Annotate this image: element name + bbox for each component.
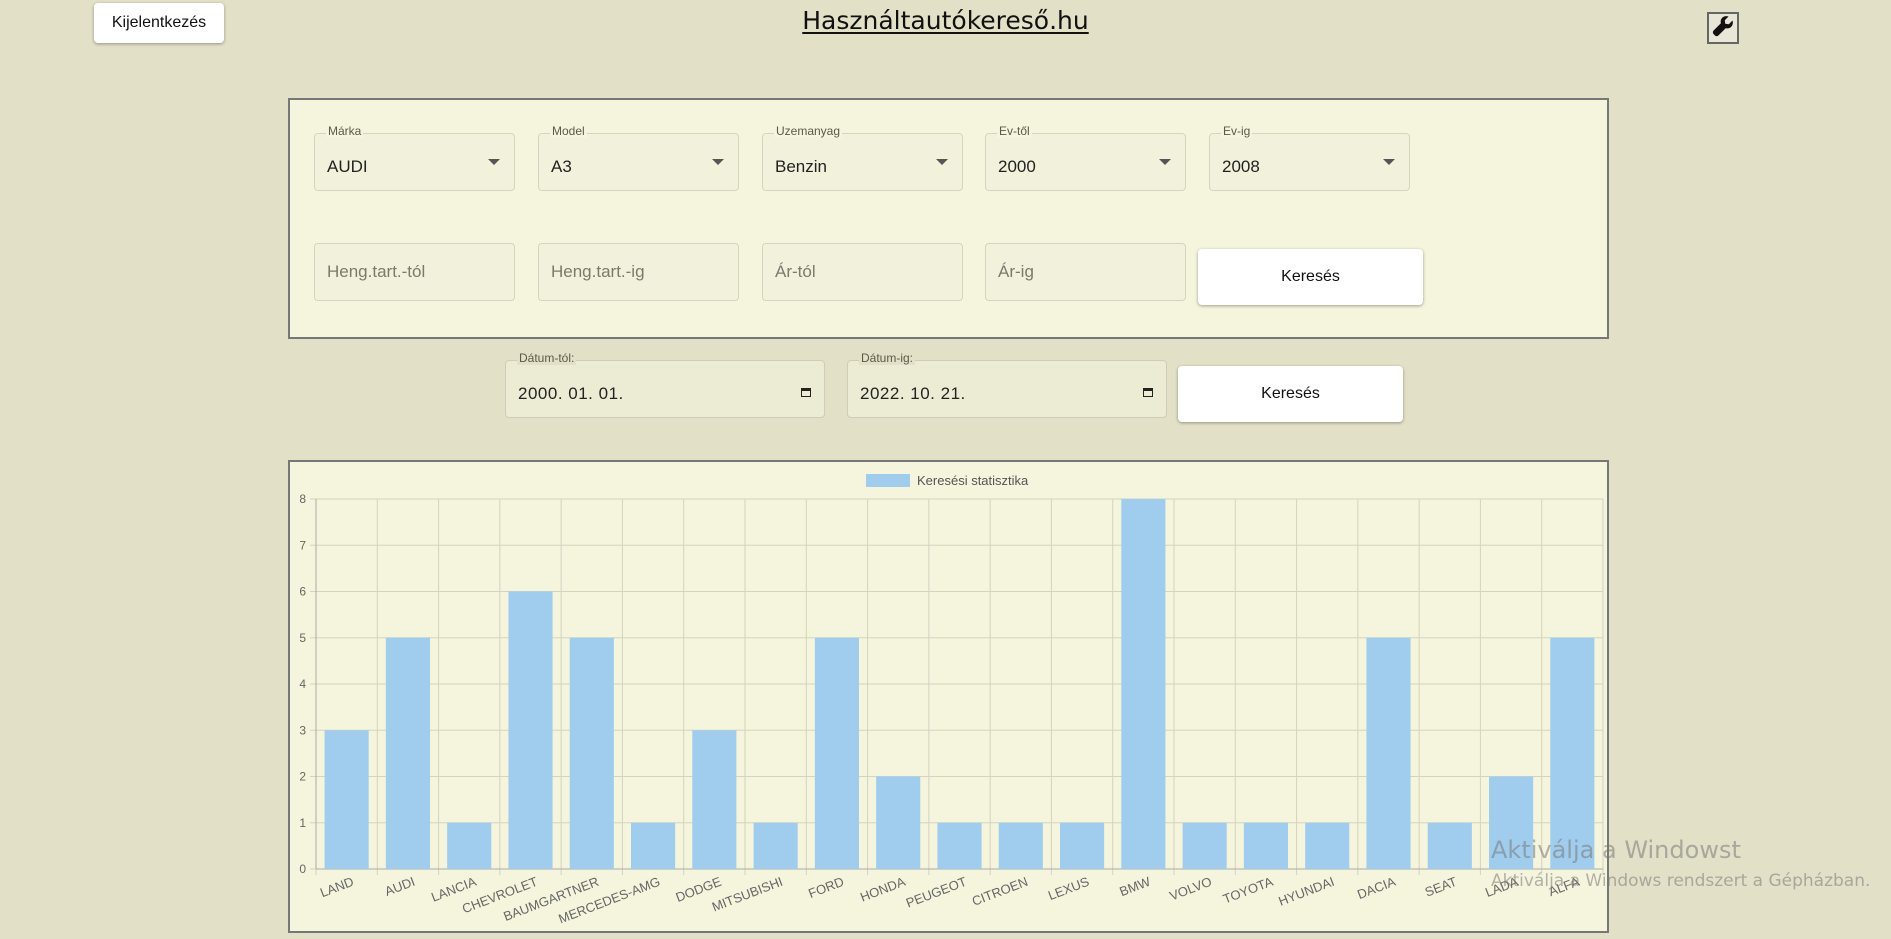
- legend-swatch[interactable]: [866, 474, 910, 487]
- x-tick-label: DACIA: [1355, 874, 1398, 902]
- bar[interactable]: [998, 822, 1043, 869]
- bar[interactable]: [1182, 822, 1227, 869]
- ev-ig-select[interactable]: Ev-ig 2008: [1209, 124, 1410, 191]
- marka-label: Márka: [326, 124, 364, 138]
- heng-ig-input[interactable]: [539, 244, 738, 300]
- date-from-label: Dátum-tól:: [517, 351, 577, 365]
- bar[interactable]: [1366, 637, 1411, 869]
- caret-down-icon: [1383, 159, 1395, 165]
- heng-tol-input[interactable]: [315, 244, 514, 300]
- x-tick-label: SEAT: [1423, 874, 1459, 900]
- y-tick-label: 0: [299, 862, 306, 876]
- x-tick-label: CITROEN: [970, 874, 1030, 909]
- bar[interactable]: [937, 822, 982, 869]
- x-tick-label: AUDI: [383, 874, 417, 899]
- search-filter-panel: Márka AUDI Model A3 Uzemanyag Benzin Ev-…: [288, 98, 1609, 339]
- ev-tol-select[interactable]: Ev-től 2000: [985, 124, 1186, 191]
- bar[interactable]: [1060, 822, 1105, 869]
- date-to-value: 2022. 10. 21.: [860, 384, 966, 403]
- uzemanyag-label: Uzemanyag: [774, 124, 843, 138]
- x-tick-label: TOYOTA: [1221, 874, 1275, 907]
- bar[interactable]: [753, 822, 798, 869]
- marka-value: AUDI: [327, 157, 368, 176]
- wrench-icon: [1711, 14, 1735, 43]
- y-tick-label: 4: [299, 677, 306, 691]
- bar[interactable]: [385, 637, 430, 869]
- y-tick-label: 8: [299, 492, 306, 506]
- bar[interactable]: [876, 776, 921, 870]
- y-tick-label: 7: [299, 538, 306, 552]
- x-tick-label: PEUGEOT: [904, 874, 969, 911]
- caret-down-icon: [488, 159, 500, 165]
- caret-down-icon: [936, 159, 948, 165]
- uzemanyag-value: Benzin: [775, 157, 827, 176]
- statistics-chart-panel: 0 1 2 3 4 5 6 7 8 LAND AUDI LANCIA CHEVROLET BAUMGART…: [288, 460, 1609, 933]
- windows-activation-title: Aktiválja a Windowst: [1491, 836, 1741, 864]
- calendar-icon[interactable]: [801, 388, 811, 397]
- ar-tol-input[interactable]: [763, 244, 962, 300]
- y-tick-label: 1: [299, 816, 306, 830]
- bar[interactable]: [692, 730, 737, 869]
- x-tick-label: FORD: [806, 874, 846, 901]
- settings-button[interactable]: [1707, 12, 1739, 44]
- x-tick-label: LAND: [318, 874, 356, 900]
- x-tick-label: BMW: [1117, 874, 1153, 900]
- bar[interactable]: [814, 637, 859, 869]
- caret-down-icon: [1159, 159, 1171, 165]
- y-tick-label: 2: [299, 770, 306, 784]
- marka-select[interactable]: Márka AUDI: [314, 124, 515, 191]
- bar[interactable]: [1305, 822, 1350, 869]
- ar-ig-input[interactable]: [986, 244, 1185, 300]
- x-tick-label: LEXUS: [1046, 874, 1091, 903]
- legend-label[interactable]: Keresési statisztika: [917, 473, 1029, 488]
- model-value: A3: [551, 157, 572, 176]
- search-button[interactable]: Keresés: [1198, 249, 1423, 305]
- calendar-icon[interactable]: [1143, 388, 1153, 397]
- y-tick-label: 6: [299, 585, 306, 599]
- ev-tol-value: 2000: [998, 157, 1036, 176]
- ar-tol-field[interactable]: [762, 243, 963, 301]
- uzemanyag-select[interactable]: Uzemanyag Benzin: [762, 124, 963, 191]
- bar[interactable]: [447, 822, 492, 869]
- x-tick-label: VOLVO: [1167, 874, 1213, 904]
- bar[interactable]: [631, 822, 676, 869]
- model-label: Model: [550, 124, 587, 138]
- site-title[interactable]: Használtautókereső.hu: [0, 6, 1891, 35]
- ar-ig-field[interactable]: [985, 243, 1186, 301]
- heng-ig-field[interactable]: [538, 243, 739, 301]
- bar[interactable]: [1121, 499, 1166, 869]
- ev-ig-label: Ev-ig: [1221, 124, 1253, 138]
- date-from-field[interactable]: Dátum-tól: 2000. 01. 01.: [505, 351, 825, 418]
- x-tick-label: HONDA: [858, 874, 908, 905]
- bar[interactable]: [569, 637, 614, 869]
- x-tick-label: MERCEDES-AMG: [556, 874, 662, 927]
- bar[interactable]: [1550, 637, 1595, 869]
- bar[interactable]: [324, 730, 369, 869]
- bar[interactable]: [1427, 822, 1472, 869]
- y-tick-label: 5: [299, 631, 306, 645]
- date-from-value: 2000. 01. 01.: [518, 384, 624, 403]
- bar[interactable]: [508, 591, 553, 870]
- y-tick-label: 3: [299, 723, 306, 737]
- windows-activation-text: Aktiválja a Windows rendszert a Gépházba…: [1491, 871, 1871, 891]
- caret-down-icon: [712, 159, 724, 165]
- date-to-field[interactable]: Dátum-ig: 2022. 10. 21.: [847, 351, 1167, 418]
- date-to-label: Dátum-ig:: [859, 351, 916, 365]
- date-search-button[interactable]: Keresés: [1178, 366, 1403, 422]
- model-select[interactable]: Model A3: [538, 124, 739, 191]
- ev-ig-value: 2008: [1222, 157, 1260, 176]
- bar[interactable]: [1243, 822, 1288, 869]
- bar-chart: 012345678LAND AUDI LANCIACHEVROLETBAUMGART…: [299, 473, 1604, 927]
- ev-tol-label: Ev-től: [997, 124, 1032, 138]
- heng-tol-field[interactable]: [314, 243, 515, 301]
- x-tick-label: HYUNDAI: [1276, 874, 1336, 909]
- x-tick-label: MITSUBISHI: [710, 874, 785, 915]
